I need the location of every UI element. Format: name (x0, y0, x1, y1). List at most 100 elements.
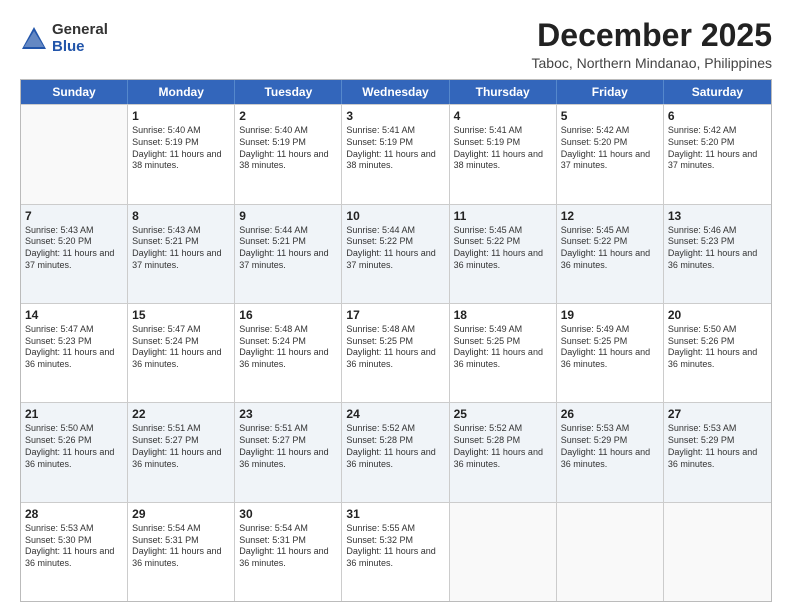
day-header-wednesday: Wednesday (342, 80, 449, 104)
cell-info: Sunrise: 5:46 AM Sunset: 5:23 PM Dayligh… (668, 225, 767, 272)
cell-info: Sunrise: 5:47 AM Sunset: 5:23 PM Dayligh… (25, 324, 123, 371)
calendar-week-3: 14Sunrise: 5:47 AM Sunset: 5:23 PM Dayli… (21, 303, 771, 402)
calendar-header: SundayMondayTuesdayWednesdayThursdayFrid… (21, 80, 771, 104)
day-number: 5 (561, 108, 659, 124)
cell-info: Sunrise: 5:43 AM Sunset: 5:20 PM Dayligh… (25, 225, 123, 272)
day-number: 22 (132, 406, 230, 422)
page: General Blue December 2025 Taboc, Northe… (0, 0, 792, 612)
day-cell-28: 28Sunrise: 5:53 AM Sunset: 5:30 PM Dayli… (21, 503, 128, 601)
cell-info: Sunrise: 5:45 AM Sunset: 5:22 PM Dayligh… (454, 225, 552, 272)
calendar-body: 1 Sunrise: 5:40 AM Sunset: 5:19 PM Daylig… (21, 104, 771, 601)
day-cell-13: 13Sunrise: 5:46 AM Sunset: 5:23 PM Dayli… (664, 205, 771, 303)
header: General Blue December 2025 Taboc, Northe… (20, 18, 772, 71)
calendar-week-2: 7Sunrise: 5:43 AM Sunset: 5:20 PM Daylig… (21, 204, 771, 303)
empty-cell (664, 503, 771, 601)
title-block: December 2025 Taboc, Northern Mindanao, … (532, 18, 772, 71)
cell-info: Sunrise: 5:53 AM Sunset: 5:29 PM Dayligh… (668, 423, 767, 470)
empty-cell (557, 503, 664, 601)
day-cell-23: 23Sunrise: 5:51 AM Sunset: 5:27 PM Dayli… (235, 403, 342, 501)
day-cell-9: 9Sunrise: 5:44 AM Sunset: 5:21 PM Daylig… (235, 205, 342, 303)
cell-info: Sunrise: 5:49 AM Sunset: 5:25 PM Dayligh… (561, 324, 659, 371)
day-number: 31 (346, 506, 444, 522)
cell-info: Sunrise: 5:52 AM Sunset: 5:28 PM Dayligh… (454, 423, 552, 470)
day-number: 25 (454, 406, 552, 422)
day-number: 9 (239, 208, 337, 224)
day-cell-5: 5Sunrise: 5:42 AM Sunset: 5:20 PM Daylig… (557, 105, 664, 203)
day-cell-19: 19Sunrise: 5:49 AM Sunset: 5:25 PM Dayli… (557, 304, 664, 402)
day-cell-12: 12Sunrise: 5:45 AM Sunset: 5:22 PM Dayli… (557, 205, 664, 303)
cell-info: Sunrise: 5:42 AM Sunset: 5:20 PM Dayligh… (668, 125, 767, 172)
day-cell-7: 7Sunrise: 5:43 AM Sunset: 5:20 PM Daylig… (21, 205, 128, 303)
calendar: SundayMondayTuesdayWednesdayThursdayFrid… (20, 79, 772, 602)
day-number: 17 (346, 307, 444, 323)
day-cell-30: 30Sunrise: 5:54 AM Sunset: 5:31 PM Dayli… (235, 503, 342, 601)
cell-info: Sunrise: 5:44 AM Sunset: 5:21 PM Dayligh… (239, 225, 337, 272)
cell-info: Sunrise: 5:48 AM Sunset: 5:25 PM Dayligh… (346, 324, 444, 371)
cell-info: Sunrise: 5:54 AM Sunset: 5:31 PM Dayligh… (239, 523, 337, 570)
cell-info: Sunrise: 5:48 AM Sunset: 5:24 PM Dayligh… (239, 324, 337, 371)
day-cell-21: 21Sunrise: 5:50 AM Sunset: 5:26 PM Dayli… (21, 403, 128, 501)
empty-cell (21, 105, 128, 203)
day-header-saturday: Saturday (664, 80, 771, 104)
cell-info: Sunrise: 5:47 AM Sunset: 5:24 PM Dayligh… (132, 324, 230, 371)
cell-info: Sunrise: 5:41 AM Sunset: 5:19 PM Dayligh… (346, 125, 444, 172)
cell-info: Sunrise: 5:53 AM Sunset: 5:29 PM Dayligh… (561, 423, 659, 470)
logo-general: General (52, 22, 108, 39)
day-number: 10 (346, 208, 444, 224)
logo: General Blue (20, 22, 108, 55)
day-number: 20 (668, 307, 767, 323)
day-cell-16: 16Sunrise: 5:48 AM Sunset: 5:24 PM Dayli… (235, 304, 342, 402)
day-number: 19 (561, 307, 659, 323)
cell-info: Sunrise: 5:44 AM Sunset: 5:22 PM Dayligh… (346, 225, 444, 272)
cell-info: Sunrise: 5:51 AM Sunset: 5:27 PM Dayligh… (132, 423, 230, 470)
logo-text: General Blue (52, 22, 108, 55)
cell-info: Sunrise: 5:45 AM Sunset: 5:22 PM Dayligh… (561, 225, 659, 272)
calendar-week-5: 28Sunrise: 5:53 AM Sunset: 5:30 PM Dayli… (21, 502, 771, 601)
day-cell-24: 24Sunrise: 5:52 AM Sunset: 5:28 PM Dayli… (342, 403, 449, 501)
day-number: 23 (239, 406, 337, 422)
day-number: 6 (668, 108, 767, 124)
day-cell-1: 1Sunrise: 5:40 AM Sunset: 5:19 PM Daylig… (128, 105, 235, 203)
day-cell-29: 29Sunrise: 5:54 AM Sunset: 5:31 PM Dayli… (128, 503, 235, 601)
cell-info: Sunrise: 5:50 AM Sunset: 5:26 PM Dayligh… (25, 423, 123, 470)
day-cell-3: 3Sunrise: 5:41 AM Sunset: 5:19 PM Daylig… (342, 105, 449, 203)
day-number: 8 (132, 208, 230, 224)
cell-info: Sunrise: 5:54 AM Sunset: 5:31 PM Dayligh… (132, 523, 230, 570)
day-number: 1 (132, 108, 230, 124)
day-cell-14: 14Sunrise: 5:47 AM Sunset: 5:23 PM Dayli… (21, 304, 128, 402)
cell-info: Sunrise: 5:42 AM Sunset: 5:20 PM Dayligh… (561, 125, 659, 172)
day-number: 7 (25, 208, 123, 224)
day-number: 29 (132, 506, 230, 522)
day-header-friday: Friday (557, 80, 664, 104)
day-number: 28 (25, 506, 123, 522)
day-cell-10: 10Sunrise: 5:44 AM Sunset: 5:22 PM Dayli… (342, 205, 449, 303)
day-cell-18: 18Sunrise: 5:49 AM Sunset: 5:25 PM Dayli… (450, 304, 557, 402)
day-cell-22: 22Sunrise: 5:51 AM Sunset: 5:27 PM Dayli… (128, 403, 235, 501)
day-number: 14 (25, 307, 123, 323)
day-number: 11 (454, 208, 552, 224)
day-cell-26: 26Sunrise: 5:53 AM Sunset: 5:29 PM Dayli… (557, 403, 664, 501)
cell-info: Sunrise: 5:51 AM Sunset: 5:27 PM Dayligh… (239, 423, 337, 470)
cell-info: Sunrise: 5:40 AM Sunset: 5:19 PM Dayligh… (239, 125, 337, 172)
day-header-thursday: Thursday (450, 80, 557, 104)
day-number: 18 (454, 307, 552, 323)
logo-blue: Blue (52, 39, 108, 56)
day-header-tuesday: Tuesday (235, 80, 342, 104)
day-cell-11: 11Sunrise: 5:45 AM Sunset: 5:22 PM Dayli… (450, 205, 557, 303)
day-number: 26 (561, 406, 659, 422)
cell-info: Sunrise: 5:49 AM Sunset: 5:25 PM Dayligh… (454, 324, 552, 371)
day-number: 24 (346, 406, 444, 422)
day-cell-15: 15Sunrise: 5:47 AM Sunset: 5:24 PM Dayli… (128, 304, 235, 402)
day-cell-25: 25Sunrise: 5:52 AM Sunset: 5:28 PM Dayli… (450, 403, 557, 501)
day-number: 27 (668, 406, 767, 422)
location: Taboc, Northern Mindanao, Philippines (532, 55, 772, 71)
cell-info: Sunrise: 5:52 AM Sunset: 5:28 PM Dayligh… (346, 423, 444, 470)
day-cell-31: 31Sunrise: 5:55 AM Sunset: 5:32 PM Dayli… (342, 503, 449, 601)
cell-info: Sunrise: 5:53 AM Sunset: 5:30 PM Dayligh… (25, 523, 123, 570)
day-cell-6: 6Sunrise: 5:42 AM Sunset: 5:20 PM Daylig… (664, 105, 771, 203)
cell-info: Sunrise: 5:50 AM Sunset: 5:26 PM Dayligh… (668, 324, 767, 371)
day-cell-27: 27Sunrise: 5:53 AM Sunset: 5:29 PM Dayli… (664, 403, 771, 501)
day-number: 12 (561, 208, 659, 224)
cell-info: Sunrise: 5:43 AM Sunset: 5:21 PM Dayligh… (132, 225, 230, 272)
day-header-monday: Monday (128, 80, 235, 104)
